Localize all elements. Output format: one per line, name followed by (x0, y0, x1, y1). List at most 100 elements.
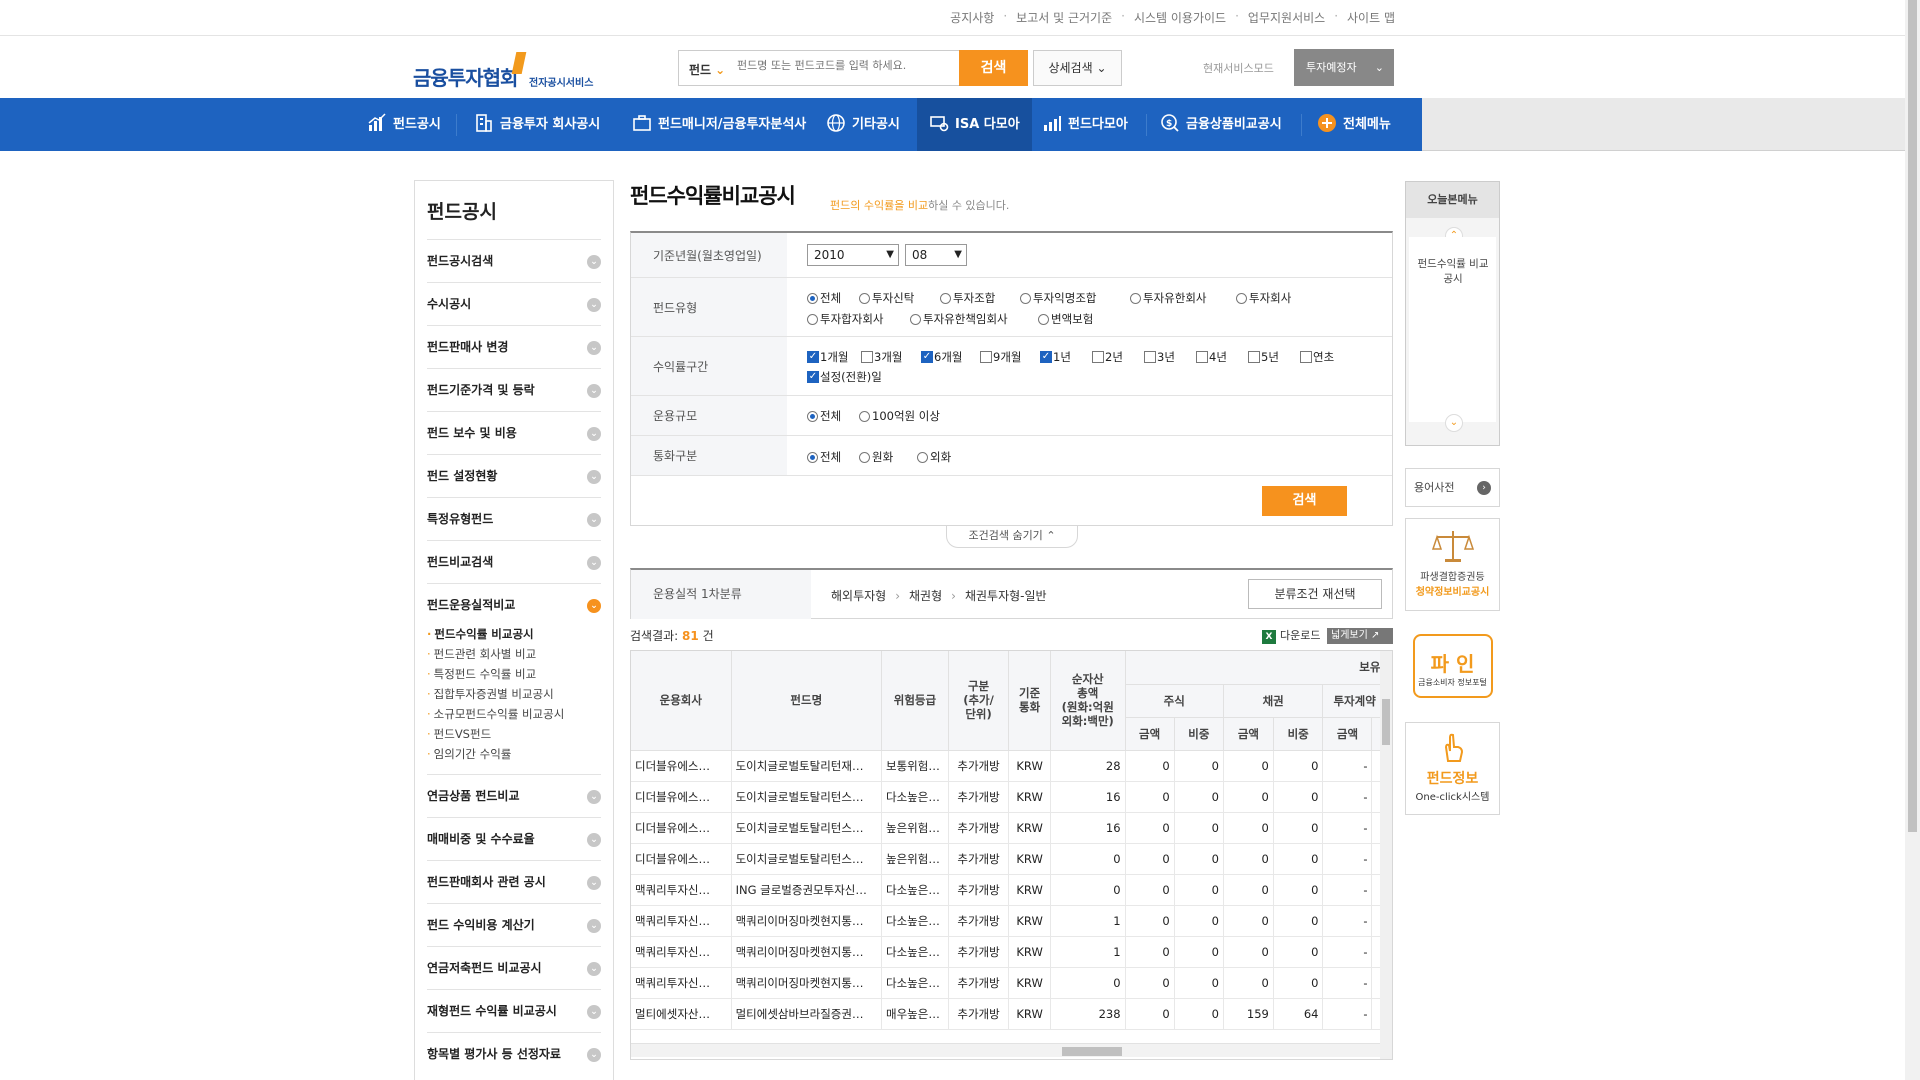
table-row[interactable]: 멀티에셋자산… 멀티에셋삼바브라질증권… 매우높은… 추가개방 KRW 238 0 0 159 6… (631, 998, 1392, 1030)
top-link-support[interactable]: 업무지원서비스 (1248, 9, 1325, 26)
banner-fine[interactable]: 파 인 금융소비자 정보포털 (1405, 628, 1500, 706)
reselect-category-button[interactable]: 분류조건 재선택 (1248, 579, 1382, 609)
table-horizontal-scrollbar[interactable] (631, 1043, 1380, 1057)
download-link[interactable]: X 다운로드 (1262, 627, 1320, 644)
sidebar-item-evaluator[interactable]: 항목별 평가사 등 선정자료 ⌄ (427, 1032, 601, 1075)
sidebar-sub-custom-period[interactable]: · 임의기간 수익률 (427, 746, 511, 762)
table-cell[interactable]: 도이치글로벌토탈리턴스… (731, 843, 883, 875)
currency-foreign[interactable]: 외화 (917, 449, 951, 465)
nav-other-disclosure[interactable]: 기타공시 (826, 98, 900, 151)
top-link-notice[interactable]: 공지사항 (950, 9, 994, 26)
period-5y[interactable]: 5년 (1248, 349, 1279, 365)
table-cell[interactable]: 디더블유에스… (631, 750, 732, 782)
period-1m[interactable]: ✓ 1개월 (807, 349, 848, 365)
top-link-guide[interactable]: 시스템 이용가이드 (1134, 9, 1226, 26)
table-cell[interactable]: 맥쿼리이머징마켓현지통… (731, 905, 883, 937)
table-cell[interactable]: 맥쿼리투자신… (631, 936, 732, 968)
table-cell[interactable]: 멀티에셋삼바브라질증권… (731, 998, 883, 1030)
sidebar-item-jaehyung[interactable]: 재형펀드 수익률 비교공시 ⌄ (427, 989, 601, 1032)
hide-conditions-button[interactable]: 조건검색 숨기기 ⌃ (946, 526, 1078, 548)
service-mode-select[interactable]: 투자예정자 ⌄ (1294, 49, 1394, 86)
sidebar-item-performance[interactable]: 펀드운용실적비교 ⌄ (427, 583, 601, 626)
nav-fund-damoa[interactable]: 펀드다모아 (1042, 98, 1128, 151)
logo[interactable]: 금융투자협회 전자공시서비스 (413, 50, 603, 90)
sidebar-item-fund-search[interactable]: 펀드공시검색 ⌄ (427, 239, 601, 282)
sidebar-item-trading-ratio[interactable]: 매매비중 및 수수료율 ⌄ (427, 817, 601, 860)
fund-type-union[interactable]: 투자조합 (940, 290, 995, 306)
fund-type-llc[interactable]: 투자유한회사 (1130, 290, 1206, 306)
fund-type-variable[interactable]: 변액보험 (1038, 311, 1093, 327)
sidebar-sub-fund-vs-fund[interactable]: · 펀드VS펀드 (427, 726, 491, 742)
fund-type-all[interactable]: 전체 (807, 290, 841, 306)
table-cell[interactable]: 도이치글로벌토탈리턴스… (731, 781, 883, 813)
sidebar-item-seller-disclosure[interactable]: 펀드판매회사 관련 공시 ⌄ (427, 860, 601, 903)
glossary-link[interactable]: 용어사전 › (1405, 468, 1500, 507)
wide-view-button[interactable]: 넓게보기 ↗ (1327, 628, 1393, 644)
table-cell[interactable]: 맥쿼리투자신… (631, 967, 732, 999)
table-cell[interactable]: 맥쿼리이머징마켓현지통… (731, 936, 883, 968)
table-cell[interactable]: 멀티에셋자산… (631, 998, 732, 1030)
period-6m[interactable]: ✓ 6개월 (921, 349, 962, 365)
sidebar-item-pension-savings[interactable]: 연금저축펀드 비교공시 ⌄ (427, 946, 601, 989)
table-vertical-scrollbar[interactable] (1380, 651, 1392, 1059)
table-row[interactable]: 디더블유에스… 도이치글로벌토탈리턴스… 높은위험… 추가개방 KRW 16 0 0 0 0- (631, 812, 1392, 844)
size-all[interactable]: 전체 (807, 408, 841, 424)
currency-krw[interactable]: 원화 (859, 449, 893, 465)
sidebar-item-base-price[interactable]: 펀드기준가격 및 등락 ⌄ (427, 368, 601, 411)
fund-type-lp[interactable]: 투자합자회사 (807, 311, 883, 327)
search-button[interactable]: 검색 (959, 50, 1028, 86)
sidebar-item-ad-hoc[interactable]: 수시공시 ⌄ (427, 282, 601, 325)
table-cell[interactable]: 디더블유에스… (631, 843, 732, 875)
sidebar-item-fees[interactable]: 펀드 보수 및 비용 ⌄ (427, 411, 601, 454)
table-cell[interactable]: 맥쿼리이머징마켓현지통… (731, 967, 883, 999)
table-cell[interactable]: 맥쿼리투자신… (631, 905, 732, 937)
table-row[interactable]: 디더블유에스… 도이치글로벌토탈리턴재… 보통위험… 추가개방 KRW 28 0 0 0 0- (631, 750, 1392, 782)
detail-search-button[interactable]: 상세검색 ⌄ (1033, 50, 1122, 86)
nav-fund-disclosure[interactable]: 펀드공시 (367, 98, 441, 151)
sidebar-item-setup-status[interactable]: 펀드 설정현황 ⌄ (427, 454, 601, 497)
period-9m[interactable]: 9개월 (980, 349, 1021, 365)
sidebar-sub-return-compare[interactable]: · 펀드수익률 비교공시 (427, 626, 534, 642)
nav-company-disclosure[interactable]: 금융투자 회사공시 (474, 98, 600, 151)
sidebar-item-seller-change[interactable]: 펀드판매사 변경 ⌄ (427, 325, 601, 368)
table-row[interactable]: 맥쿼리투자신… 맥쿼리이머징마켓현지통… 다소높은… 추가개방 KRW 0 0 0 0 0- (631, 967, 1392, 999)
nav-fund-manager[interactable]: 펀드매니저/금융투자분석사 (632, 98, 806, 151)
sidebar-item-compare-search[interactable]: 펀드비교검색 ⌄ (427, 540, 601, 583)
month-select[interactable]: 08 ▼ (905, 244, 967, 266)
size-10b-plus[interactable]: 100억원 이상 (859, 408, 940, 424)
period-4y[interactable]: 4년 (1196, 349, 1227, 365)
period-1y[interactable]: ✓ 1년 (1040, 349, 1071, 365)
table-cell[interactable]: 맥쿼리투자신… (631, 874, 732, 906)
nav-product-compare[interactable]: $ 금융상품비교공시 (1160, 98, 1282, 151)
sidebar-item-calculator[interactable]: 펀드 수익비용 계산기 ⌄ (427, 903, 601, 946)
table-cell[interactable]: 도이치글로벌토탈리턴스… (731, 812, 883, 844)
recent-menu-item[interactable]: 펀드수익률 비교공시 (1417, 257, 1489, 287)
table-row[interactable]: 맥쿼리투자신… 맥쿼리이머징마켓현지통… 다소높은… 추가개방 KRW 1 0 0 0 0- (631, 936, 1392, 968)
period-3y[interactable]: 3년 (1144, 349, 1175, 365)
nav-all-menu[interactable]: 전체메뉴 (1317, 98, 1391, 151)
sidebar-item-pension-compare[interactable]: 연금상품 펀드비교 ⌄ (427, 774, 601, 817)
table-cell[interactable]: 도이치글로벌토탈리턴재… (731, 750, 883, 782)
banner-derivatives[interactable]: 파생결합증권등 청약정보비교공시 (1405, 518, 1500, 611)
nav-isa[interactable]: ISA 다모아 (917, 98, 1032, 151)
period-inception[interactable]: ✓ 설정(전환)일 (807, 369, 882, 385)
top-link-reports[interactable]: 보고서 및 근거기준 (1016, 9, 1112, 26)
table-cell[interactable]: ING 글로벌증권모투자신… (731, 874, 883, 906)
fund-type-anon[interactable]: 투자익명조합 (1020, 290, 1096, 306)
chevron-down-icon[interactable]: ⌄ (1445, 414, 1463, 432)
sidebar-sub-security-compare[interactable]: · 집합투자증권별 비교공시 (427, 686, 554, 702)
sidebar-item-special-type[interactable]: 특정유형펀드 ⌄ (427, 497, 601, 540)
search-category-select[interactable]: 펀드 ⌄ (689, 61, 725, 78)
currency-all[interactable]: 전체 (807, 449, 841, 465)
sidebar-sub-specific-fund[interactable]: · 특정펀드 수익률 비교 (427, 666, 536, 682)
period-ytd[interactable]: 연초 (1300, 349, 1334, 365)
table-cell[interactable]: 디더블유에스… (631, 812, 732, 844)
sidebar-sub-company-compare[interactable]: · 펀드관련 회사별 비교 (427, 646, 536, 662)
table-row[interactable]: 디더블유에스… 도이치글로벌토탈리턴스… 다소높은… 추가개방 KRW 16 0 0 0 0- (631, 781, 1392, 813)
table-row[interactable]: 맥쿼리투자신… ING 글로벌증권모투자신… 다소높은… 추가개방 KRW 0 0 0 0 0- (631, 874, 1392, 906)
form-search-button[interactable]: 검색 (1262, 486, 1347, 516)
fund-type-trust[interactable]: 투자신탁 (859, 290, 914, 306)
page-scrollbar[interactable] (1905, 0, 1920, 1080)
year-select[interactable]: 2010 ▼ (807, 244, 899, 266)
period-3m[interactable]: 3개월 (861, 349, 902, 365)
